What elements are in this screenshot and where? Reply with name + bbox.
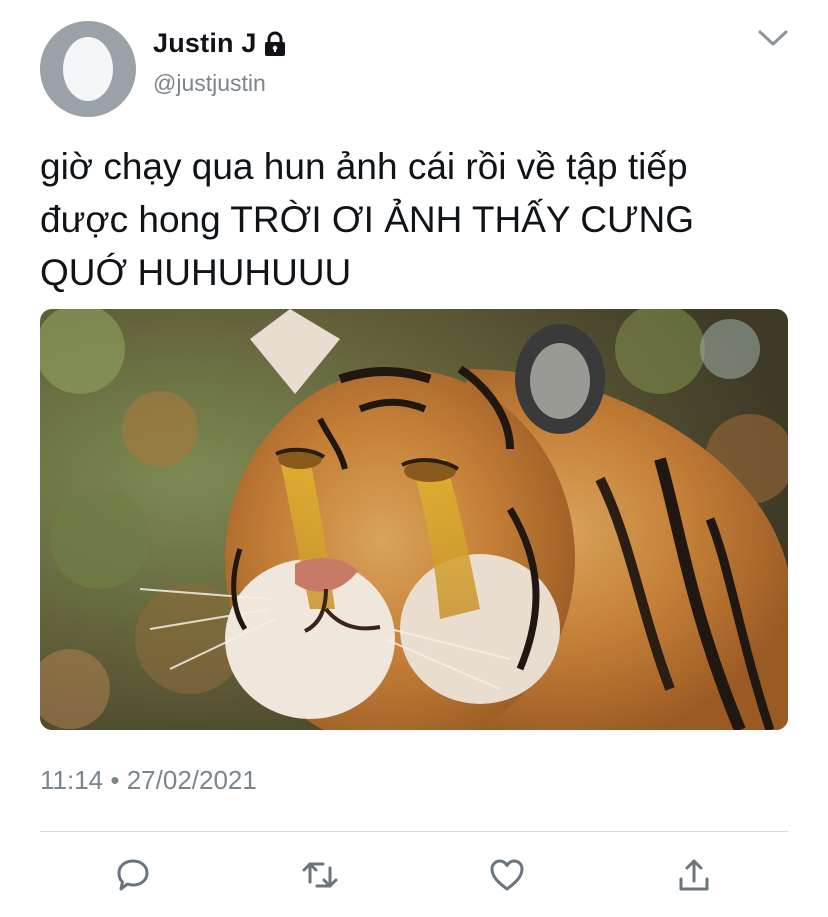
tweet-timestamp[interactable]: 11:14 • 27/02/2021: [40, 765, 257, 796]
retweet-icon[interactable]: [295, 850, 345, 900]
chevron-down-icon[interactable]: [756, 26, 790, 50]
share-icon[interactable]: [669, 850, 719, 900]
avatar-placeholder-shape: [63, 37, 113, 101]
avatar[interactable]: [40, 21, 136, 117]
tweet-text: giờ chạy qua hun ảnh cái rồi về tập tiếp…: [40, 146, 695, 293]
reply-icon[interactable]: [108, 850, 158, 900]
lock-icon: [263, 31, 287, 57]
tweet-actions: [0, 850, 828, 900]
tweet-time: 11:14: [40, 765, 104, 795]
timestamp-separator: •: [110, 765, 120, 795]
like-icon[interactable]: [482, 850, 532, 900]
divider: [40, 831, 788, 832]
user-handle[interactable]: @justjustin: [153, 70, 266, 97]
tweet-date: 27/02/2021: [126, 765, 257, 795]
user-name-row: Justin J: [153, 28, 287, 59]
tweet-image[interactable]: [40, 309, 788, 730]
display-name[interactable]: Justin J: [153, 28, 257, 59]
